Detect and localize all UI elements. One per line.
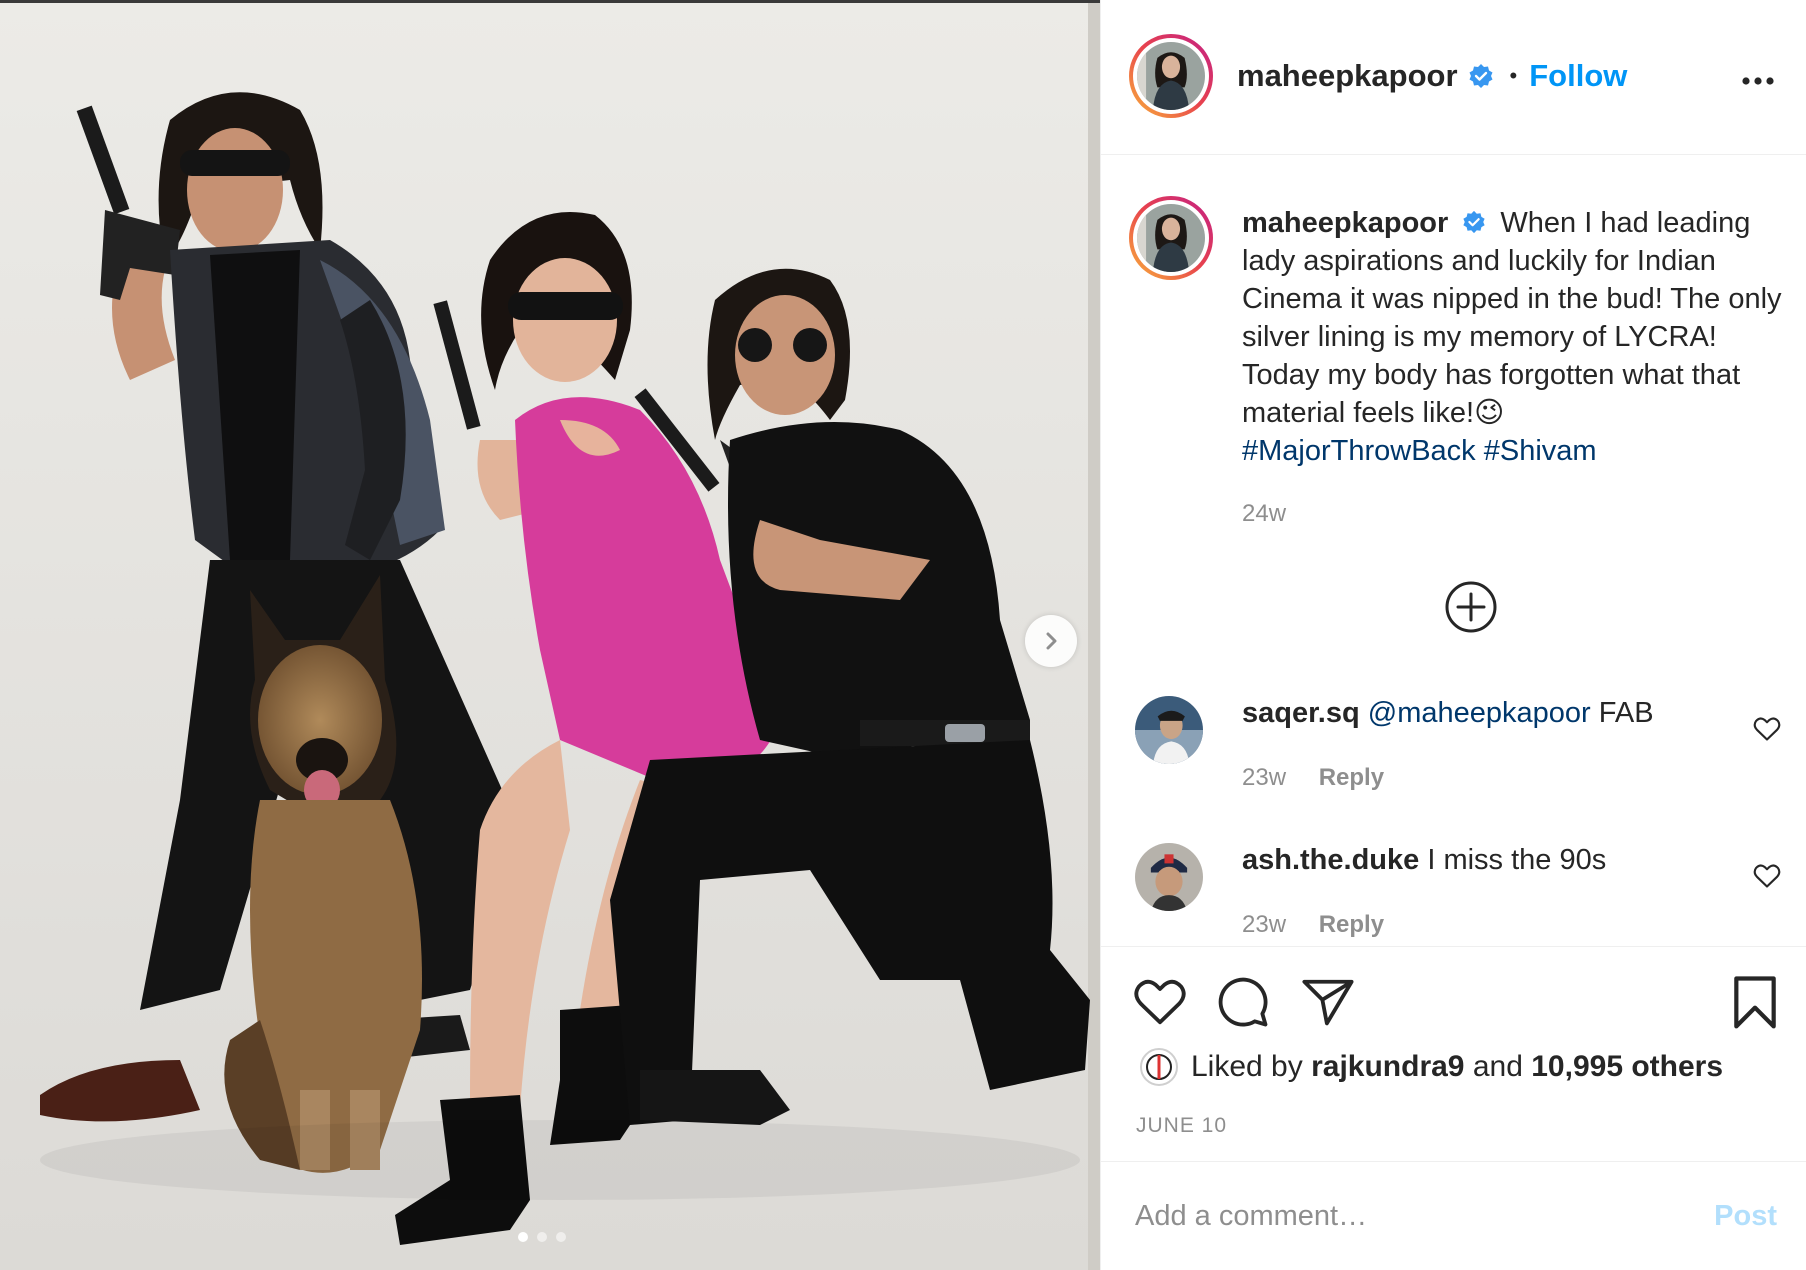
likes-prefix: Liked by xyxy=(1191,1050,1303,1083)
commenter-avatar[interactable] xyxy=(1135,843,1203,911)
post-date: JUNE 10 xyxy=(1136,1114,1228,1137)
liker-avatar[interactable] xyxy=(1139,1047,1179,1087)
comment-username[interactable]: ash.the.duke xyxy=(1242,844,1419,876)
comment-text: saqer.sq @maheepkapoor FAB xyxy=(1242,694,1654,732)
more-horizontal-icon[interactable] xyxy=(1741,76,1775,86)
comment-meta: 23w Reply xyxy=(1242,911,1384,939)
heart-icon[interactable] xyxy=(1753,863,1781,889)
reply-button[interactable]: Reply xyxy=(1319,764,1384,791)
follow-button[interactable]: Follow xyxy=(1529,58,1627,94)
comment-timestamp: 23w xyxy=(1242,764,1287,791)
caption-text: maheepkapoor When I had leading lady asp… xyxy=(1242,204,1782,470)
liker-username[interactable]: rajkundra9 xyxy=(1311,1050,1464,1084)
plus-circle-icon[interactable] xyxy=(1444,580,1498,634)
add-comment-input[interactable] xyxy=(1135,1200,1695,1233)
post-photo[interactable] xyxy=(0,0,1100,1270)
carousel-dot xyxy=(518,1232,528,1242)
verified-badge-icon xyxy=(1463,211,1485,234)
avatar-image xyxy=(1137,204,1205,272)
comment-username[interactable]: saqer.sq xyxy=(1242,697,1360,729)
heart-icon[interactable] xyxy=(1133,977,1187,1027)
caption-hashtags[interactable]: #MajorThrowBack #Shivam xyxy=(1242,435,1597,467)
avatar-image xyxy=(1137,42,1205,110)
comment-timestamp: 23w xyxy=(1242,911,1287,938)
heart-icon[interactable] xyxy=(1753,716,1781,742)
verified-badge-icon xyxy=(1469,64,1493,88)
photo-image xyxy=(0,0,1100,1270)
likes-count[interactable]: 10,995 others xyxy=(1531,1050,1723,1084)
post-comment-button[interactable]: Post xyxy=(1714,1200,1777,1233)
caption-timestamp: 24w xyxy=(1242,500,1287,527)
dot-separator: • xyxy=(1509,63,1518,88)
add-comment-bar: Post xyxy=(1101,1161,1806,1270)
caption-body: When I had leading lady aspirations and … xyxy=(1242,207,1782,429)
post-actions: Liked by rajkundra9 and 10,995 others JU… xyxy=(1101,946,1806,1270)
comment-mention[interactable]: @maheepkapoor xyxy=(1368,697,1591,729)
likes-conjunction: and xyxy=(1472,1050,1523,1083)
comment-body: FAB xyxy=(1598,697,1654,729)
author-username[interactable]: maheepkapoor xyxy=(1237,58,1458,94)
post-header: maheepkapoor • Follow xyxy=(1101,0,1806,155)
reply-button[interactable]: Reply xyxy=(1319,911,1384,938)
carousel-dot xyxy=(556,1232,566,1242)
comment-meta: 23w Reply xyxy=(1242,764,1384,792)
comment-text: ash.the.duke I miss the 90s xyxy=(1242,841,1606,879)
caption-author-avatar[interactable] xyxy=(1129,196,1213,280)
likes-summary: Liked by rajkundra9 and 10,995 others xyxy=(1139,1047,1723,1087)
comment-body: I miss the 90s xyxy=(1427,844,1607,876)
caption-username[interactable]: maheepkapoor xyxy=(1242,207,1448,239)
carousel-next-button[interactable] xyxy=(1025,615,1077,667)
chevron-right-icon xyxy=(1046,632,1057,650)
commenter-avatar[interactable] xyxy=(1135,696,1203,764)
carousel-indicator xyxy=(518,1232,566,1242)
post-side-panel: maheepkapoor • Follow maheepkapoor When … xyxy=(1100,0,1806,1270)
carousel-dot xyxy=(537,1232,547,1242)
paper-plane-icon[interactable] xyxy=(1301,977,1355,1027)
comment-bubble-icon[interactable] xyxy=(1216,975,1270,1029)
bookmark-icon[interactable] xyxy=(1731,975,1779,1031)
author-avatar[interactable] xyxy=(1129,34,1213,118)
